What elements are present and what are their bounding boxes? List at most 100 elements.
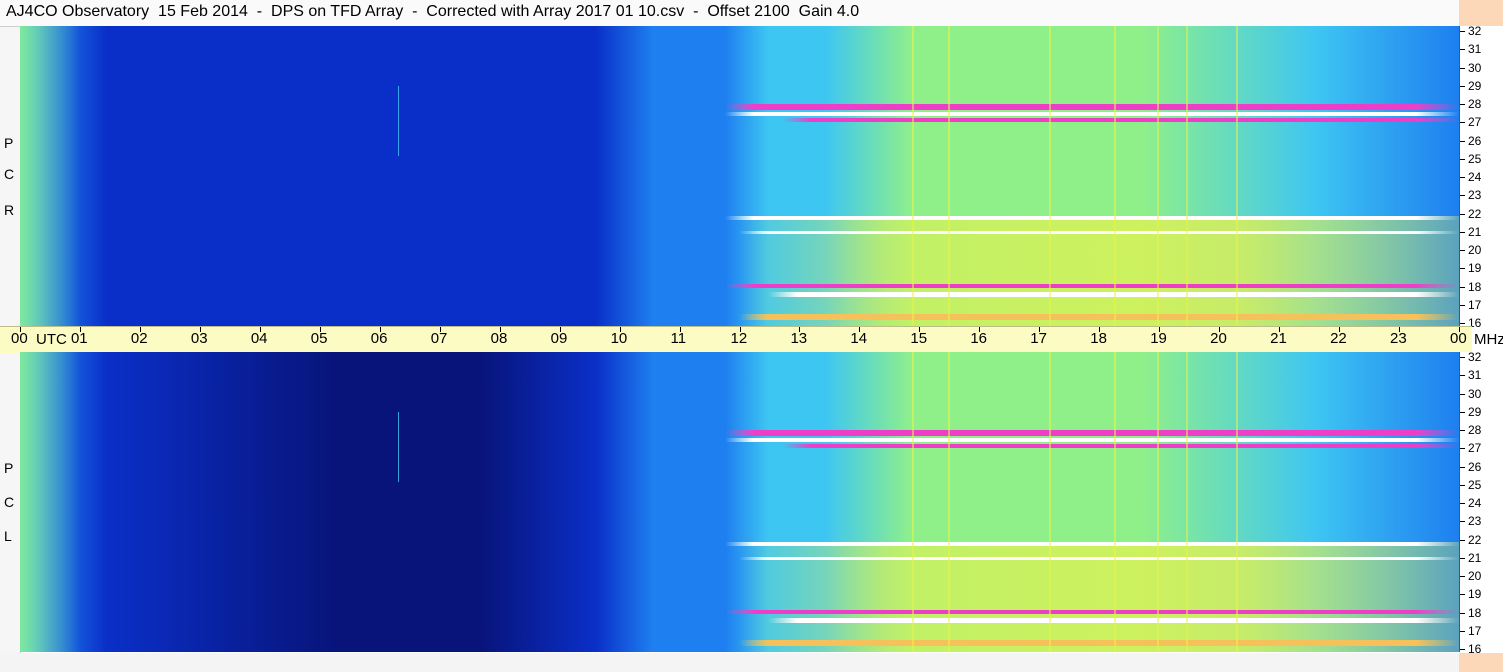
rfi-band: [20, 430, 1459, 436]
freq-tick-label: 20: [1460, 570, 1481, 583]
hour-label: 10: [610, 330, 628, 347]
rfi-line: [1185, 352, 1188, 652]
rfi-band: [20, 640, 1459, 646]
hour-label: 16: [970, 330, 988, 347]
rfi-band: [20, 610, 1459, 614]
rfi-band: [20, 557, 1459, 560]
freq-tick-label: 27: [1460, 116, 1481, 129]
hour-label: 01: [70, 330, 88, 347]
hour-label: 05: [310, 330, 328, 347]
spectrogram-burst: [20, 26, 80, 326]
freq-tick-label: 29: [1460, 405, 1481, 419]
rcp-spectrogram: [20, 26, 1459, 326]
freq-tick-label: 18: [1460, 280, 1481, 294]
hour-label: 00: [1450, 330, 1467, 347]
rfi-line: [948, 352, 951, 652]
freq-tick-label: 18: [1460, 606, 1481, 620]
rfi-band: [20, 118, 1459, 122]
utc-label: UTC: [36, 331, 67, 348]
rfi-line: [1235, 352, 1238, 652]
pol-letter: P: [4, 135, 14, 151]
hour-label: 17: [1030, 330, 1047, 347]
rcp-frequency-axis: 32 31 30 29 28 27 26 25 24 23 22 21 20 19 18 17 16: [1459, 25, 1503, 330]
rfi-band: [20, 444, 1459, 448]
freq-tick-label: 21: [1460, 225, 1481, 239]
rfi-line: [912, 26, 915, 326]
freq-tick-label: 20: [1460, 244, 1481, 257]
pol-letter: C: [4, 494, 15, 510]
freq-tick-label: 30: [1460, 61, 1481, 75]
time-axis: UTC MHz 00 01 02 03 04 05 06 07 08 09 10 11 12 13 14 15…: [0, 326, 1503, 354]
title-bar: AJ4CO Observatory 15 Feb 2014 - DPS on T…: [0, 0, 1459, 27]
pol-letter: L: [4, 528, 12, 544]
freq-tick-label: 28: [1460, 98, 1481, 111]
freq-tick-label: 26: [1460, 460, 1481, 474]
pol-letter: P: [4, 460, 14, 476]
rfi-band: [20, 216, 1459, 220]
rfi-line: [1185, 26, 1188, 326]
hour-label: 22: [1330, 330, 1347, 347]
hour-label: 04: [250, 330, 268, 347]
hour-label: 12: [730, 330, 748, 347]
freq-tick-label: 31: [1460, 369, 1481, 382]
rfi-line: [1048, 26, 1051, 326]
lcp-side-label: P C L: [0, 353, 21, 653]
hour-label: 09: [550, 330, 568, 347]
freq-tick-label: 24: [1460, 497, 1481, 510]
freq-tick-label: 31: [1460, 43, 1481, 56]
freq-tick-label: 29: [1460, 79, 1481, 93]
rfi-band: [20, 314, 1459, 320]
rfi-line: [1156, 26, 1159, 326]
spectrogram-burst: [20, 352, 80, 652]
hour-label: 19: [1150, 330, 1167, 347]
freq-tick-label: 23: [1460, 515, 1481, 528]
rfi-band: [20, 618, 1459, 623]
rfi-band: [20, 542, 1459, 546]
rcp-side-label: P C R: [0, 27, 21, 326]
freq-tick-label: 21: [1460, 551, 1481, 565]
hour-label: 08: [490, 330, 508, 347]
rfi-band: [20, 438, 1459, 442]
rfi-line: [1235, 26, 1238, 326]
hour-label: 03: [190, 330, 208, 347]
hour-label: 00: [11, 330, 28, 347]
spectrogram-title: AJ4CO Observatory 15 Feb 2014 - DPS on T…: [6, 3, 860, 20]
pol-letter: R: [4, 202, 15, 218]
corner-swatch: [1459, 653, 1503, 672]
lcp-spectrogram: [20, 352, 1459, 652]
status-strip: [0, 653, 1459, 672]
freq-tick-label: 22: [1460, 207, 1481, 221]
freq-tick-label: 32: [1460, 25, 1481, 38]
hour-label: 21: [1270, 330, 1287, 347]
freq-tick-label: 30: [1460, 387, 1481, 401]
freq-tick-label: 19: [1460, 262, 1481, 275]
freq-tick-label: 32: [1460, 351, 1481, 364]
rfi-band: [20, 284, 1459, 288]
freq-tick-label: 23: [1460, 189, 1481, 202]
hour-label: 11: [670, 330, 687, 347]
freq-tick-label: 24: [1460, 171, 1481, 184]
rfi-band: [20, 231, 1459, 234]
freq-tick-label: 27: [1460, 442, 1481, 455]
rfi-line: [1113, 26, 1116, 326]
corner-swatch: [1459, 0, 1503, 26]
pol-letter: C: [4, 166, 15, 182]
hour-label: 13: [790, 330, 808, 347]
mhz-label: MHz: [1474, 331, 1503, 348]
rfi-line: [912, 352, 915, 652]
hour-label: 02: [130, 330, 148, 347]
freq-tick-label: 17: [1460, 298, 1481, 312]
hour-label: 20: [1210, 330, 1227, 347]
freq-tick-label: 17: [1460, 624, 1481, 638]
freq-tick-label: 26: [1460, 134, 1481, 148]
freq-tick-label: 22: [1460, 533, 1481, 547]
hour-label: 14: [850, 330, 868, 347]
rfi-band: [20, 112, 1459, 116]
hour-label: 23: [1390, 330, 1407, 347]
rfi-line: [948, 26, 951, 326]
rfi-band: [20, 104, 1459, 110]
freq-tick-label: 19: [1460, 588, 1481, 601]
hour-label: 15: [910, 330, 928, 347]
hour-label: 18: [1090, 330, 1107, 347]
hour-label: 07: [430, 330, 448, 347]
